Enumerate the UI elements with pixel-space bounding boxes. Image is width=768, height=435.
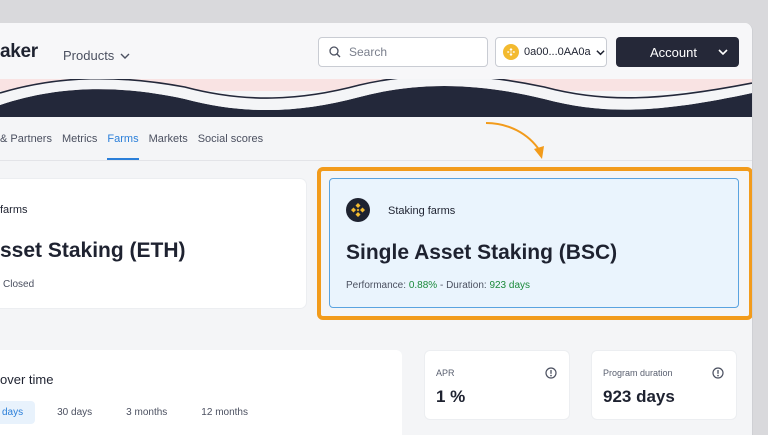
separator: - [439, 280, 444, 291]
stat-label: Program duration [603, 368, 673, 378]
farm-card-subtitle: Staking farms [388, 205, 456, 217]
tab-partners[interactable]: & Partners [0, 133, 52, 145]
program-duration-stat-card: Program duration 923 days [591, 350, 737, 420]
duration-value: 923 days [489, 280, 531, 291]
apr-stat-card: APR 1 % [424, 350, 570, 420]
farm-card-bsc[interactable]: Staking farms Single Asset Staking (BSC)… [329, 178, 739, 308]
farm-card-title: sset Staking (ETH) [0, 239, 186, 262]
performance-value: 0.88% [408, 280, 438, 291]
section-tabs: & Partners Metrics Farms Markets Social … [0, 117, 752, 161]
top-header: aker Products 0a00...0AA0a Account [0, 23, 752, 79]
tab-markets[interactable]: Markets [149, 133, 188, 145]
range-option[interactable]: 12 months [189, 401, 260, 424]
stat-label: APR [436, 368, 455, 378]
duration-label: Duration: [446, 280, 487, 291]
tab-metrics[interactable]: Metrics [62, 133, 97, 145]
performance-chart-panel: over time days 30 days 3 months 12 month… [0, 350, 402, 435]
range-option[interactable]: days [0, 401, 36, 424]
bnb-icon [346, 198, 370, 222]
pointer-arrow-icon [485, 122, 544, 159]
search-box[interactable] [318, 37, 488, 67]
account-button[interactable]: Account [616, 37, 739, 67]
bnb-icon [503, 44, 519, 60]
torn-edge-divider [0, 79, 752, 117]
range-selector: days 30 days 3 months 12 months [0, 401, 260, 424]
tab-farms[interactable]: Farms [107, 133, 139, 160]
account-label: Account [650, 44, 697, 60]
farm-card-subtitle: farms [0, 204, 28, 216]
farm-performance: Performance: 0.88% - Duration: 923 days [346, 280, 530, 291]
chevron-down-icon [718, 49, 728, 56]
tab-social-scores[interactable]: Social scores [198, 133, 263, 145]
logo[interactable]: aker [0, 41, 38, 63]
range-option[interactable]: 3 months [114, 401, 179, 424]
stat-value: 1 % [436, 387, 466, 406]
chevron-down-icon [596, 49, 605, 55]
farm-card-eth[interactable]: farms sset Staking (ETH) Closed [0, 179, 306, 308]
info-icon[interactable] [545, 367, 557, 379]
stat-value: 923 days [603, 387, 675, 406]
chart-panel-title: over time [0, 372, 54, 387]
farm-status: Closed [3, 279, 35, 290]
browser-window: aker Products 0a00...0AA0a Account & Par… [0, 23, 753, 435]
farm-card-title: Single Asset Staking (BSC) [346, 241, 618, 264]
chevron-down-icon [120, 53, 130, 59]
products-menu[interactable]: Products [63, 48, 130, 63]
products-label: Products [63, 48, 115, 63]
performance-label: Performance: [346, 280, 407, 291]
wallet-address: 0a00...0AA0a [524, 46, 591, 58]
search-icon [329, 46, 341, 58]
range-option[interactable]: 30 days [45, 401, 104, 424]
search-input[interactable] [349, 45, 469, 59]
info-icon[interactable] [712, 367, 724, 379]
wallet-selector[interactable]: 0a00...0AA0a [495, 37, 607, 67]
